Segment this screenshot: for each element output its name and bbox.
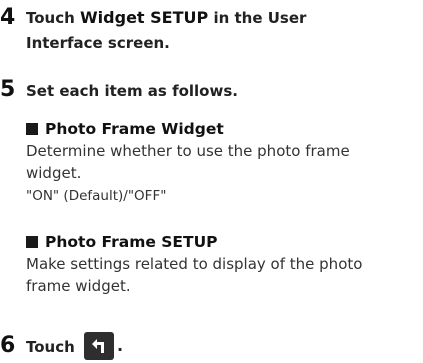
step-text-post: in the User [208, 9, 307, 27]
step-period: . [117, 336, 124, 355]
square-bullet-icon [26, 236, 38, 248]
item-options: "ON" (Default)/"OFF" [26, 188, 167, 204]
step-instruction: Touch Widget SETUP in the User [26, 6, 306, 30]
item-description-line: frame widget. [26, 277, 131, 295]
step-instruction-line2: Interface screen. [26, 34, 170, 52]
step-number: 6 [0, 333, 16, 358]
step-text-pre: Touch [26, 9, 81, 27]
step-instruction: Set each item as follows. [26, 82, 238, 100]
item-heading-text: Photo Frame SETUP [45, 233, 218, 251]
manual-page: 4 Touch Widget SETUP in the User Interfa… [0, 0, 423, 363]
item-description-line: Make settings related to display of the … [26, 255, 363, 273]
back-arrow-icon [92, 339, 104, 353]
square-bullet-icon [26, 123, 38, 135]
item-photo-frame-widget: Photo Frame Widget Determine whether to … [26, 118, 350, 206]
step-number: 4 [0, 5, 16, 30]
item-description-line: Determine whether to use the photo frame [26, 142, 350, 160]
item-description-line: widget. [26, 164, 82, 182]
back-button-icon-illustration [84, 332, 114, 360]
widget-setup-key: Widget SETUP [80, 8, 209, 27]
item-heading-text: Photo Frame Widget [45, 120, 224, 138]
step-6: 6 Touch . [0, 332, 160, 362]
item-heading: Photo Frame SETUP [26, 231, 362, 253]
item-photo-frame-setup: Photo Frame SETUP Make settings related … [26, 231, 362, 297]
step-instruction: Touch [26, 338, 75, 356]
step-number: 5 [0, 77, 16, 102]
item-heading: Photo Frame Widget [26, 118, 350, 140]
